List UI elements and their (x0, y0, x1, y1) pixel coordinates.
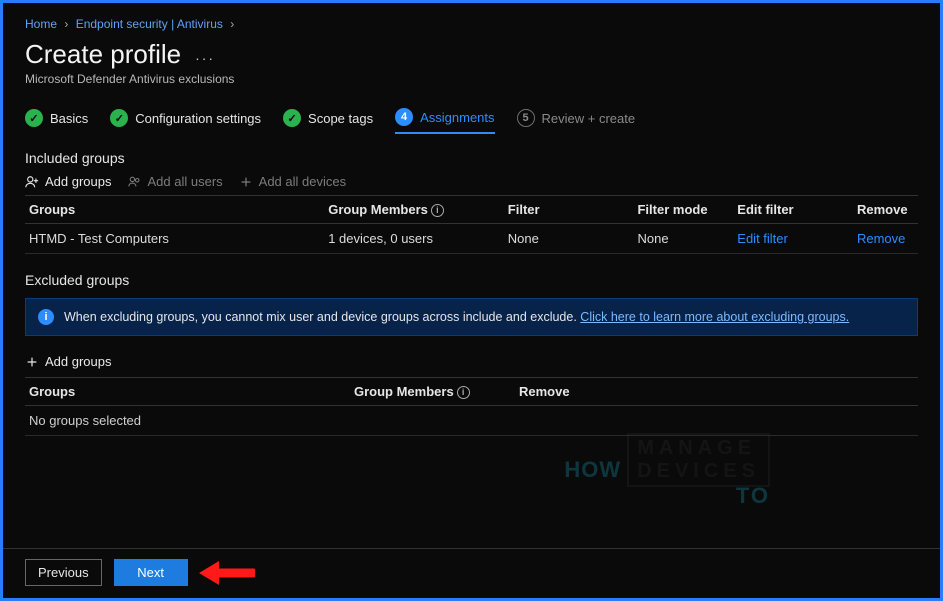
step-label: Review + create (542, 111, 636, 126)
page-subtitle: Microsoft Defender Antivirus exclusions (25, 72, 918, 86)
col-filter: Filter (504, 196, 634, 224)
next-button[interactable]: Next (114, 559, 188, 586)
remove-link[interactable]: Remove (857, 231, 905, 246)
group-filter-mode: None (633, 224, 733, 254)
step-number-icon: 5 (517, 109, 535, 127)
info-icon[interactable]: i (431, 204, 444, 217)
people-add-icon (128, 175, 142, 189)
included-toolbar: Add groups Add all users Add all devices (25, 174, 918, 189)
wizard-steps: ✓ Basics ✓ Configuration settings ✓ Scop… (25, 108, 918, 134)
col-remove: Remove (515, 378, 918, 406)
person-add-icon (25, 175, 39, 189)
step-label: Basics (50, 111, 88, 126)
excluded-groups-heading: Excluded groups (25, 272, 918, 288)
watermark: HOWMANAGEDEVICES TO (564, 433, 770, 509)
step-assignments[interactable]: 4 Assignments (395, 108, 494, 134)
breadcrumb-section[interactable]: Endpoint security | Antivirus (76, 17, 223, 31)
group-name: HTMD - Test Computers (25, 224, 324, 254)
add-all-users-button[interactable]: Add all users (128, 174, 223, 189)
add-groups-excluded-button[interactable]: Add groups (25, 354, 918, 369)
col-members: Group Membersi (324, 196, 504, 224)
step-scope-tags[interactable]: ✓ Scope tags (283, 109, 373, 133)
notice-text: When excluding groups, you cannot mix us… (64, 310, 849, 324)
table-row-empty: No groups selected (25, 406, 918, 436)
add-groups-button[interactable]: Add groups (25, 174, 112, 189)
check-icon: ✓ (283, 109, 301, 127)
breadcrumb-home[interactable]: Home (25, 17, 57, 31)
info-icon[interactable]: i (457, 386, 470, 399)
step-label: Assignments (420, 110, 494, 125)
step-basics[interactable]: ✓ Basics (25, 109, 88, 133)
plus-icon (239, 175, 253, 189)
add-all-users-label: Add all users (148, 174, 223, 189)
check-icon: ✓ (25, 109, 43, 127)
chevron-right-icon: › (230, 17, 234, 31)
col-members: Group Membersi (350, 378, 515, 406)
col-filter-mode: Filter mode (633, 196, 733, 224)
check-icon: ✓ (110, 109, 128, 127)
step-number-icon: 4 (395, 108, 413, 126)
add-groups-label: Add groups (45, 174, 112, 189)
page-title: Create profile (25, 39, 181, 70)
learn-more-link[interactable]: Click here to learn more about excluding… (580, 310, 849, 324)
group-filter: None (504, 224, 634, 254)
previous-button[interactable]: Previous (25, 559, 102, 586)
plus-icon (25, 355, 39, 369)
col-remove: Remove (853, 196, 918, 224)
included-groups-table: Groups Group Membersi Filter Filter mode… (25, 195, 918, 254)
add-all-devices-label: Add all devices (259, 174, 346, 189)
col-groups: Groups (25, 196, 324, 224)
wizard-footer: Previous Next (3, 548, 940, 598)
add-groups-excluded-label: Add groups (45, 354, 112, 369)
table-row: HTMD - Test Computers 1 devices, 0 users… (25, 224, 918, 254)
breadcrumb: Home › Endpoint security | Antivirus › (25, 17, 918, 31)
more-actions-button[interactable]: ··· (195, 50, 215, 66)
no-groups-text: No groups selected (25, 406, 918, 436)
included-groups-heading: Included groups (25, 150, 918, 166)
step-configuration-settings[interactable]: ✓ Configuration settings (110, 109, 261, 133)
exclude-groups-notice: i When excluding groups, you cannot mix … (25, 298, 918, 336)
info-icon: i (38, 309, 54, 325)
chevron-right-icon: › (64, 17, 68, 31)
group-members: 1 devices, 0 users (324, 224, 504, 254)
edit-filter-link[interactable]: Edit filter (737, 231, 788, 246)
step-label: Configuration settings (135, 111, 261, 126)
step-label: Scope tags (308, 111, 373, 126)
step-review-create[interactable]: 5 Review + create (517, 109, 636, 133)
add-all-devices-button[interactable]: Add all devices (239, 174, 346, 189)
col-edit-filter: Edit filter (733, 196, 853, 224)
excluded-groups-table: Groups Group Membersi Remove No groups s… (25, 377, 918, 436)
col-groups: Groups (25, 378, 350, 406)
